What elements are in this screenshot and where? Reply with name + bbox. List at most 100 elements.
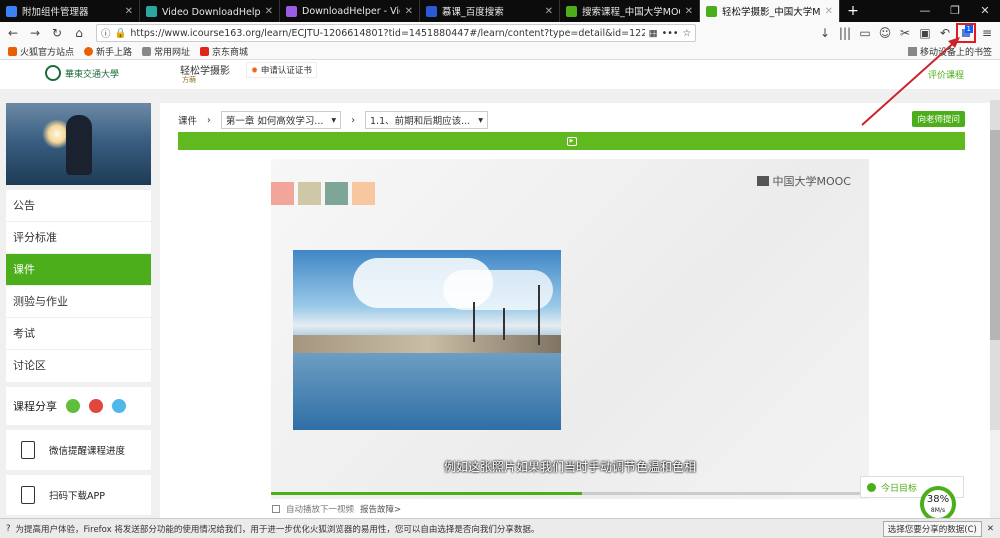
- bookmark-item[interactable]: 火狐官方站点: [8, 45, 74, 58]
- lesson-value: 1.1、前期和后期应该...: [370, 116, 471, 127]
- mooc-brand: 中国大学MOOC: [772, 175, 852, 188]
- close-icon[interactable]: ✕: [987, 524, 994, 534]
- menu-grading[interactable]: 评分标准: [6, 222, 151, 254]
- chevron-down-icon: ▾: [331, 114, 337, 126]
- library-icon[interactable]: |||: [836, 26, 854, 40]
- wechat-reminder[interactable]: 微信提醒课程进度: [6, 430, 151, 470]
- weibo-icon[interactable]: [89, 399, 103, 413]
- folder-icon: [907, 47, 917, 56]
- star-icon[interactable]: ☆: [682, 28, 691, 39]
- download-icon[interactable]: ↓: [816, 26, 834, 40]
- breadcrumb: 课件 › 第一章 如何高效学习... ▾ › 1.1、前期和后期应该... ▾: [178, 111, 488, 129]
- tab-baidu-search[interactable]: 慕课_百度搜索 ✕: [420, 0, 560, 22]
- video-progress-bar[interactable]: [271, 492, 869, 495]
- menu-courseware[interactable]: 课件: [6, 254, 151, 286]
- close-icon[interactable]: ✕: [545, 6, 553, 17]
- autoplay-option[interactable]: 自动播放下一视频 报告故障>: [272, 503, 401, 515]
- page-scrollbar[interactable]: [990, 100, 1000, 430]
- close-window-icon[interactable]: ✕: [970, 0, 1000, 22]
- share-section: 课程分享: [6, 387, 151, 425]
- close-icon[interactable]: ✕: [265, 6, 273, 17]
- bookmark-label: 火狐官方站点: [20, 48, 75, 58]
- back-arrow-icon[interactable]: ←: [4, 26, 22, 40]
- tab-addons[interactable]: 附加组件管理器 ✕: [0, 0, 140, 22]
- swatch: [352, 182, 375, 205]
- forward-arrow-icon[interactable]: →: [26, 26, 44, 40]
- review-course-link[interactable]: 评价课程: [928, 68, 964, 81]
- close-icon[interactable]: ✕: [685, 6, 693, 17]
- course-cover-image: [6, 103, 151, 185]
- tab-title: Video DownloadHelper – 下载: [162, 7, 260, 18]
- chapter-select[interactable]: 第一章 如何高效学习... ▾: [220, 111, 342, 129]
- share-data-button[interactable]: 选择您要分享的数据(C): [882, 520, 982, 537]
- tab-mooc-search[interactable]: 搜索课程_中国大学MOOC(慕课) ✕: [560, 0, 700, 22]
- bookmark-item[interactable]: 新手上路: [84, 45, 132, 58]
- tab-downloadhelper[interactable]: DownloadHelper - Video do ✕: [280, 0, 420, 22]
- url-bar[interactable]: ⓘ 🔒 https://www.icourse163.org/learn/ECJ…: [96, 24, 696, 42]
- reload-icon[interactable]: ↻: [48, 26, 66, 40]
- ask-teacher-button[interactable]: 向老师提问: [912, 111, 965, 127]
- video-downloadhelper-icon[interactable]: 1: [956, 23, 976, 43]
- hamburger-menu-icon[interactable]: ≡: [978, 26, 996, 40]
- screenshot-icon[interactable]: ✂: [896, 26, 914, 40]
- autoplay-label: 自动播放下一视频: [286, 505, 355, 515]
- app-download[interactable]: 扫码下载APP: [6, 475, 151, 515]
- chevron-right-icon: ›: [207, 114, 211, 126]
- bookmarks-bar: 火狐官方站点 新手上路 常用网址 京东商城 移动设备上的书签: [0, 44, 1000, 60]
- pip-icon[interactable]: ▣: [916, 26, 934, 40]
- close-icon[interactable]: ✕: [125, 6, 133, 17]
- autoplay-checkbox[interactable]: [272, 505, 280, 513]
- swatch: [298, 182, 321, 205]
- folder-icon: [8, 47, 17, 56]
- certificate-button[interactable]: ✹ 申请认证证书: [246, 62, 317, 78]
- report-link[interactable]: 报告故障>: [360, 503, 401, 515]
- more-icon[interactable]: •••: [662, 28, 679, 39]
- mooc-icon: [706, 5, 717, 17]
- close-icon[interactable]: ✕: [825, 6, 833, 17]
- close-icon[interactable]: ✕: [405, 6, 413, 17]
- account-icon[interactable]: ☺: [876, 26, 894, 40]
- tab-title: 轻松学摄影_中国大学MOOC: [722, 7, 820, 18]
- wechat-icon[interactable]: [66, 399, 80, 413]
- menu-announcements[interactable]: 公告: [6, 190, 151, 222]
- play-video-icon[interactable]: ▶: [566, 136, 577, 146]
- wechat-reminder-label: 微信提醒课程进度: [49, 446, 126, 457]
- pole: [538, 285, 540, 345]
- home-icon[interactable]: ⌂: [70, 26, 88, 40]
- scrollbar-thumb[interactable]: [990, 130, 1000, 340]
- bookmark-item[interactable]: 京东商城: [200, 45, 248, 58]
- mobile-bookmarks[interactable]: 移动设备上的书签: [907, 45, 992, 58]
- maximize-icon[interactable]: ❐: [940, 0, 970, 22]
- app-download-label: 扫码下载APP: [49, 491, 105, 502]
- lock-icon[interactable]: 🔒: [115, 28, 127, 39]
- tab-title: 慕课_百度搜索: [442, 7, 504, 18]
- swatch: [271, 182, 294, 205]
- tab-photography-course[interactable]: 轻松学摄影_中国大学MOOC ✕: [700, 0, 840, 22]
- menu-quizzes[interactable]: 测验与作业: [6, 286, 151, 318]
- breadcrumb-root[interactable]: 课件: [178, 113, 197, 127]
- qq-icon[interactable]: [112, 399, 126, 413]
- mooc-icon: [566, 5, 577, 17]
- undo-icon[interactable]: ↶: [936, 26, 954, 40]
- new-tab-button[interactable]: +: [840, 0, 866, 22]
- question-icon: ?: [6, 523, 11, 534]
- bookmark-item[interactable]: 常用网址: [142, 45, 190, 58]
- school-logo[interactable]: 華東交通大學: [45, 65, 119, 81]
- window-controls: — ❐ ✕: [910, 0, 1000, 22]
- url-text[interactable]: https://www.icourse163.org/learn/ECJTU-1…: [130, 28, 644, 39]
- cloud: [443, 270, 553, 310]
- menu-discussion[interactable]: 讨论区: [6, 350, 151, 382]
- course-teacher: 方萌: [182, 76, 196, 84]
- lesson-select[interactable]: 1.1、前期和后期应该... ▾: [365, 111, 488, 129]
- tab-video-downloadhelper[interactable]: Video DownloadHelper – 下载 ✕: [140, 0, 280, 22]
- qr-icon[interactable]: ▦: [649, 28, 658, 39]
- video-player[interactable]: 中国大学MOOC 例如这张照片如果我们当时手动调节色温和色相: [271, 159, 869, 499]
- figure-silhouette: [66, 115, 92, 175]
- minimize-icon[interactable]: —: [910, 0, 940, 22]
- menu-exams[interactable]: 考试: [6, 318, 151, 350]
- swatch: [325, 182, 348, 205]
- sidebar-icon[interactable]: ▭: [856, 26, 874, 40]
- info-icon[interactable]: ⓘ: [101, 26, 111, 40]
- vdh-icon: [146, 5, 157, 17]
- unit-bar: ▶: [178, 132, 965, 150]
